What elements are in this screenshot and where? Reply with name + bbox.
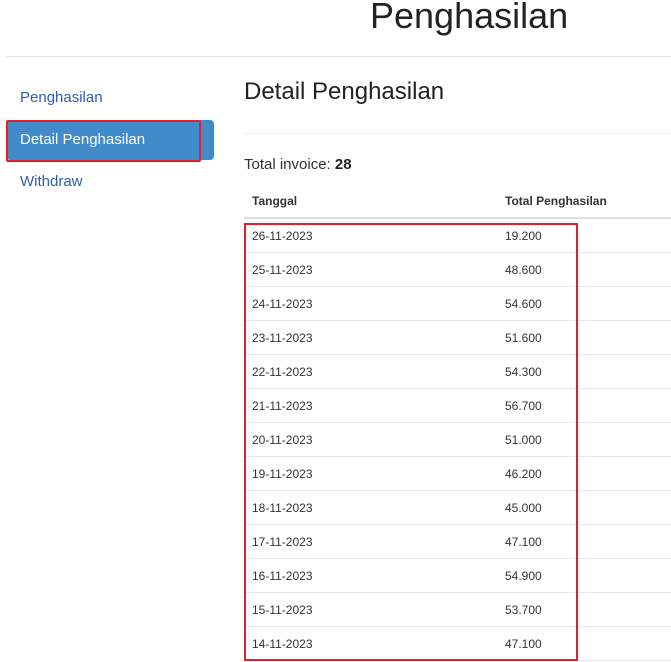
cell-tanggal: 23-11-2023 bbox=[244, 320, 497, 355]
cell-total-penghasilan: 19.200 bbox=[497, 218, 671, 253]
table-row: 14-11-2023 47.100 bbox=[244, 626, 671, 661]
table-row: 18-11-2023 45.000 bbox=[244, 490, 671, 525]
income-table: Tanggal Total Penghasilan 26-11-2023 19.2… bbox=[244, 185, 671, 661]
column-header-tanggal: Tanggal bbox=[244, 185, 497, 219]
cell-total-penghasilan: 47.100 bbox=[497, 524, 671, 559]
cell-total-penghasilan: 51.600 bbox=[497, 320, 671, 355]
table-row: 26-11-2023 19.200 bbox=[244, 218, 671, 253]
table-row: 19-11-2023 46.200 bbox=[244, 456, 671, 491]
income-table-container: Tanggal Total Penghasilan 26-11-2023 19.2… bbox=[244, 185, 671, 661]
cell-tanggal: 26-11-2023 bbox=[244, 218, 497, 253]
sidebar: Penghasilan Detail Penghasilan Withdraw bbox=[6, 78, 214, 204]
table-row: 22-11-2023 54.300 bbox=[244, 354, 671, 389]
cell-total-penghasilan: 53.700 bbox=[497, 592, 671, 627]
cell-total-penghasilan: 54.600 bbox=[497, 286, 671, 321]
cell-tanggal: 20-11-2023 bbox=[244, 422, 497, 457]
cell-total-penghasilan: 45.000 bbox=[497, 490, 671, 525]
cell-total-penghasilan: 46.200 bbox=[497, 456, 671, 491]
cell-tanggal: 17-11-2023 bbox=[244, 524, 497, 559]
header-divider bbox=[6, 56, 671, 57]
column-header-total-penghasilan: Total Penghasilan bbox=[497, 185, 671, 219]
cell-tanggal: 25-11-2023 bbox=[244, 252, 497, 287]
table-body: 26-11-2023 19.200 25-11-2023 48.600 24-11-20… bbox=[244, 218, 671, 661]
cell-total-penghasilan: 54.900 bbox=[497, 558, 671, 593]
table-row: 23-11-2023 51.600 bbox=[244, 320, 671, 355]
table-row: 20-11-2023 51.000 bbox=[244, 422, 671, 457]
table-row: 17-11-2023 47.100 bbox=[244, 524, 671, 559]
content-title: Detail Penghasilan bbox=[244, 78, 445, 105]
cell-total-penghasilan: 48.600 bbox=[497, 252, 671, 287]
cell-tanggal: 16-11-2023 bbox=[244, 558, 497, 593]
total-invoice: Total invoice: 28 bbox=[244, 155, 352, 175]
table-row: 16-11-2023 54.900 bbox=[244, 558, 671, 593]
sidebar-item-penghasilan[interactable]: Penghasilan bbox=[6, 78, 214, 118]
cell-tanggal: 15-11-2023 bbox=[244, 592, 497, 627]
sidebar-item-detail-penghasilan[interactable]: Detail Penghasilan bbox=[6, 120, 214, 162]
total-invoice-value: 28 bbox=[334, 156, 352, 173]
page-title: Penghasilan bbox=[370, 0, 569, 36]
table-row: 21-11-2023 56.700 bbox=[244, 388, 671, 423]
cell-tanggal: 19-11-2023 bbox=[244, 456, 497, 491]
cell-total-penghasilan: 47.100 bbox=[497, 626, 671, 661]
cell-tanggal: 24-11-2023 bbox=[244, 286, 497, 321]
table-row: 24-11-2023 54.600 bbox=[244, 286, 671, 321]
total-invoice-label: Total invoice: bbox=[244, 156, 335, 173]
table-row: 25-11-2023 48.600 bbox=[244, 252, 671, 287]
cell-total-penghasilan: 56.700 bbox=[497, 388, 671, 423]
table-row: 15-11-2023 53.700 bbox=[244, 592, 671, 627]
sidebar-item-withdraw[interactable]: Withdraw bbox=[6, 162, 214, 202]
cell-tanggal: 22-11-2023 bbox=[244, 354, 497, 389]
content-divider bbox=[244, 133, 671, 134]
cell-tanggal: 21-11-2023 bbox=[244, 388, 497, 423]
cell-total-penghasilan: 54.300 bbox=[497, 354, 671, 389]
table-header-row: Tanggal Total Penghasilan bbox=[244, 185, 671, 219]
cell-total-penghasilan: 51.000 bbox=[497, 422, 671, 457]
cell-tanggal: 18-11-2023 bbox=[244, 490, 497, 525]
cell-tanggal: 14-11-2023 bbox=[244, 626, 497, 661]
